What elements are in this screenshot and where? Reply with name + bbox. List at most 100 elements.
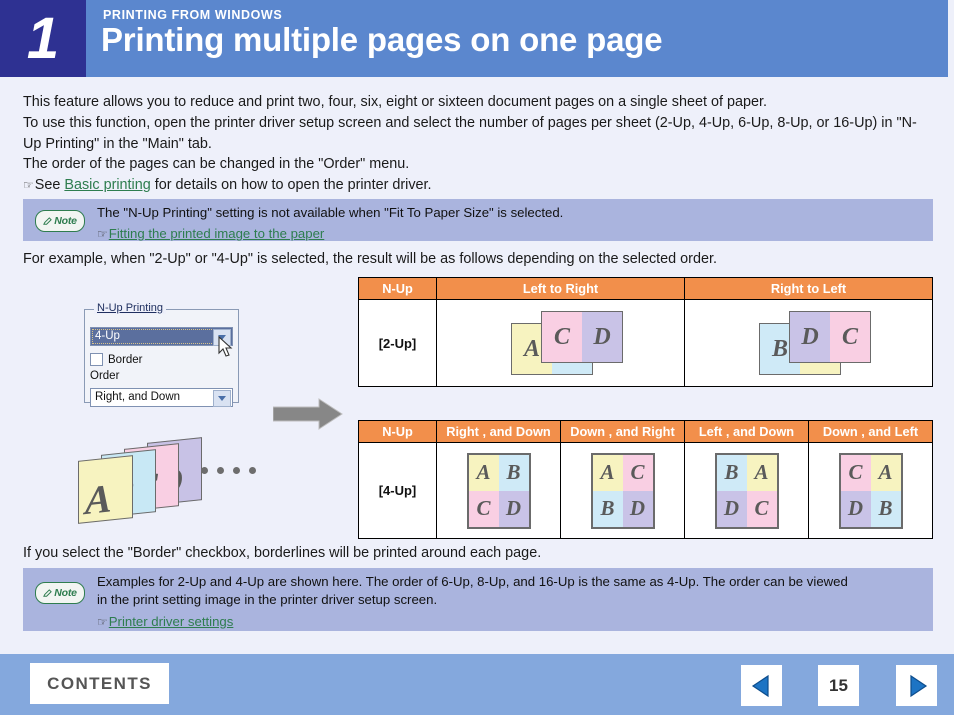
table-2up-cell-left-to-right: A B C D	[436, 299, 685, 387]
page-q1: A	[592, 454, 623, 491]
sheet-front: D C	[789, 311, 871, 363]
pointing-hand-icon: ☞	[97, 227, 108, 241]
contents-button[interactable]: CONTENTS	[30, 663, 169, 704]
note-icon-label: Note	[54, 215, 77, 227]
pointing-hand-icon: ☞	[97, 615, 108, 629]
table-4up: N-Up Right , and Down Down , and Right L…	[358, 420, 933, 539]
table-2up-header-row: N-Up Left to Right Right to Left	[358, 277, 933, 300]
dot	[249, 467, 256, 474]
table-4up-cell-left-and-down: B A D C	[684, 442, 809, 539]
order-label: Order	[90, 370, 120, 382]
illustration-4up-left-and-down: B A D C	[714, 452, 779, 529]
order-select[interactable]: Right, and Down	[90, 388, 233, 407]
illustration-2up-ltr: A B C D	[493, 307, 628, 379]
border-checkbox-note: If you select the "Border" checkbox, bor…	[23, 545, 542, 561]
link-basic-printing[interactable]: Basic printing	[64, 177, 150, 193]
note-bottom-body: Examples for 2-Up and 4-Up are shown her…	[97, 573, 927, 631]
page-title: Printing multiple pages on one page	[101, 21, 663, 58]
table-4up-cell-down-and-left: C A D B	[808, 442, 933, 539]
nup-printing-select[interactable]: 4-Up	[90, 327, 233, 346]
border-checkbox-row[interactable]: Border	[90, 353, 143, 366]
document-pages-stack: D C B A	[75, 437, 265, 524]
pencil-icon	[43, 216, 53, 225]
page-c: C	[830, 312, 870, 362]
link-printer-driver-settings[interactable]: Printer driver settings	[109, 614, 234, 629]
page-q3: D	[840, 490, 871, 527]
table-row: [2-Up] A B C D B A	[358, 299, 933, 387]
chevron-down-icon[interactable]	[213, 390, 231, 407]
table-4up-header-row: N-Up Right , and Down Down , and Right L…	[358, 420, 933, 443]
table-2up-cell-right-to-left: B A D C	[684, 299, 933, 387]
example-intro-line: For example, when "2-Up" or "4-Up" is se…	[23, 251, 717, 267]
ellipsis-dots	[201, 467, 256, 474]
nup-printing-group-label: N-Up Printing	[94, 302, 167, 314]
page-q2: A	[870, 454, 901, 491]
table-4up-cell-down-and-right: A C B D	[560, 442, 685, 539]
next-page-button[interactable]	[896, 665, 937, 706]
note-icon-label: Note	[54, 587, 77, 599]
page-q3: B	[592, 490, 623, 527]
table-4up-cell-right-and-down: A B C D	[436, 442, 561, 539]
table-4up-header-down-and-right: Down , and Right	[560, 420, 685, 443]
see-prefix: See	[34, 177, 65, 194]
note-box-bottom: Note Examples for 2-Up and 4-Up are show…	[23, 568, 933, 631]
illustration-4up-right-and-down: A B C D	[466, 452, 531, 529]
chapter-number: 1	[0, 0, 86, 77]
table-2up: N-Up Left to Right Right to Left [2-Up] …	[358, 277, 933, 387]
triangle-left-icon	[751, 674, 769, 697]
pointing-hand-icon: ☞	[23, 178, 34, 193]
illustration-4up-down-and-left: C A D B	[838, 452, 903, 529]
page-q2: B	[498, 454, 529, 491]
page-d: D	[582, 312, 622, 362]
intro-line-3: The order of the pages can be changed in…	[23, 156, 410, 173]
note-top-link-row: ☞Fitting the printed image to the paper	[97, 225, 917, 243]
sheet-front: C D	[541, 311, 623, 363]
page-q4: C	[746, 490, 777, 527]
flow-arrow-icon	[273, 398, 343, 430]
page-d: D	[790, 312, 830, 362]
triangle-right-icon	[909, 674, 927, 697]
note-bottom-text-2: in the print setting image in the printe…	[97, 592, 438, 607]
intro-line-1: This feature allows you to reduce and pr…	[23, 94, 767, 110]
page-header: 1 PRINTING FROM WINDOWS Printing multipl…	[0, 0, 954, 77]
table-4up-header-right-and-down: Right , and Down	[436, 420, 561, 443]
stack-sheet-letter-a: A	[85, 475, 112, 524]
table-4up-header-nup: N-Up	[358, 420, 437, 443]
page-q2: A	[746, 454, 777, 491]
page-q4: B	[870, 490, 901, 527]
see-suffix: for details on how to open the printer d…	[150, 177, 432, 194]
illustration-2up-rtl: B A D C	[741, 307, 876, 379]
page-q2: C	[622, 454, 653, 491]
dot	[201, 467, 208, 474]
pencil-icon	[43, 588, 53, 597]
intro-text: This feature allows you to reduce and pr…	[23, 92, 933, 196]
page-c: C	[542, 312, 582, 362]
page-q1: C	[840, 454, 871, 491]
table-2up-header-nup: N-Up	[358, 277, 437, 300]
note-bottom-text-1: Examples for 2-Up and 4-Up are shown her…	[97, 574, 848, 589]
table-4up-header-left-and-down: Left , and Down	[684, 420, 809, 443]
dot	[233, 467, 240, 474]
link-fitting-image[interactable]: Fitting the printed image to the paper	[109, 226, 325, 241]
dot	[217, 467, 224, 474]
page-q1: B	[716, 454, 747, 491]
table-2up-row-label: [2-Up]	[358, 299, 437, 387]
note-icon: Note	[35, 582, 85, 604]
previous-page-button[interactable]	[741, 665, 782, 706]
note-top-text: The "N-Up Printing" setting is not avail…	[97, 205, 564, 220]
note-box-top: Note The "N-Up Printing" setting is not …	[23, 199, 933, 241]
page-q3: C	[468, 490, 499, 527]
stack-sheet-a: A	[78, 455, 133, 524]
intro-line-4: ☞See Basic printing for details on how t…	[23, 175, 933, 196]
table-row: [4-Up] A B C D A C B D B A D C C A D B	[358, 442, 933, 539]
mouse-cursor-icon	[218, 336, 233, 357]
table-2up-header-rtl: Right to Left	[684, 277, 933, 300]
nup-printing-group-label-text: N-Up Printing	[97, 302, 164, 314]
note-top-body: The "N-Up Printing" setting is not avail…	[97, 204, 917, 243]
page-q4: D	[498, 490, 529, 527]
header-kicker: PRINTING FROM WINDOWS	[103, 8, 283, 22]
intro-line-2: To use this function, open the printer d…	[23, 114, 917, 152]
table-4up-header-down-and-left: Down , and Left	[808, 420, 933, 443]
illustration-4up-down-and-right: A C B D	[590, 452, 655, 529]
border-checkbox[interactable]	[90, 353, 103, 366]
